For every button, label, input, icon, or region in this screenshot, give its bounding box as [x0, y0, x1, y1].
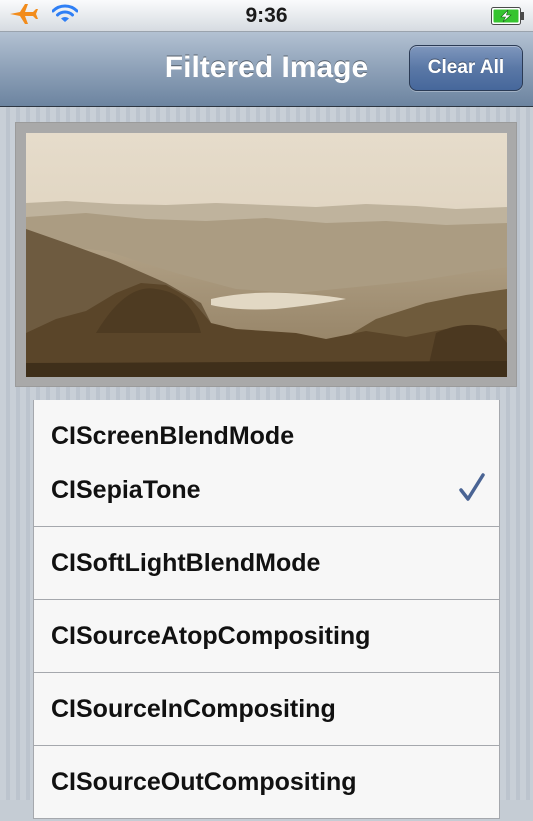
filter-row-source-out-compositing[interactable]: CISourceOutCompositing: [33, 746, 500, 819]
filter-label: CISepiaTone: [51, 476, 201, 504]
status-bar: 9:36: [0, 0, 533, 32]
filter-row-sepia-tone[interactable]: CISepiaTone: [33, 454, 500, 527]
filter-label: CISourceOutCompositing: [51, 768, 357, 796]
image-frame: [15, 122, 517, 387]
status-time: 9:36: [245, 4, 288, 27]
filter-label: CISourceAtopCompositing: [51, 622, 371, 650]
navigation-bar: Filtered Image Clear All: [0, 32, 533, 107]
filtered-image: [26, 133, 507, 377]
checkmark-icon: [459, 472, 485, 504]
filter-row-source-in-compositing[interactable]: CISourceInCompositing: [33, 673, 500, 746]
battery-charging-icon: [491, 7, 525, 25]
clear-all-button[interactable]: Clear All: [409, 45, 523, 91]
filter-row-source-atop-compositing[interactable]: CISourceAtopCompositing: [33, 600, 500, 673]
filter-list: CIScreenBlendMode CISepiaTone CISoftLigh…: [33, 400, 500, 821]
filter-label: CISoftLightBlendMode: [51, 549, 321, 577]
filter-label: CISourceInCompositing: [51, 695, 336, 723]
filter-row-soft-light-blend-mode[interactable]: CISoftLightBlendMode: [33, 527, 500, 600]
